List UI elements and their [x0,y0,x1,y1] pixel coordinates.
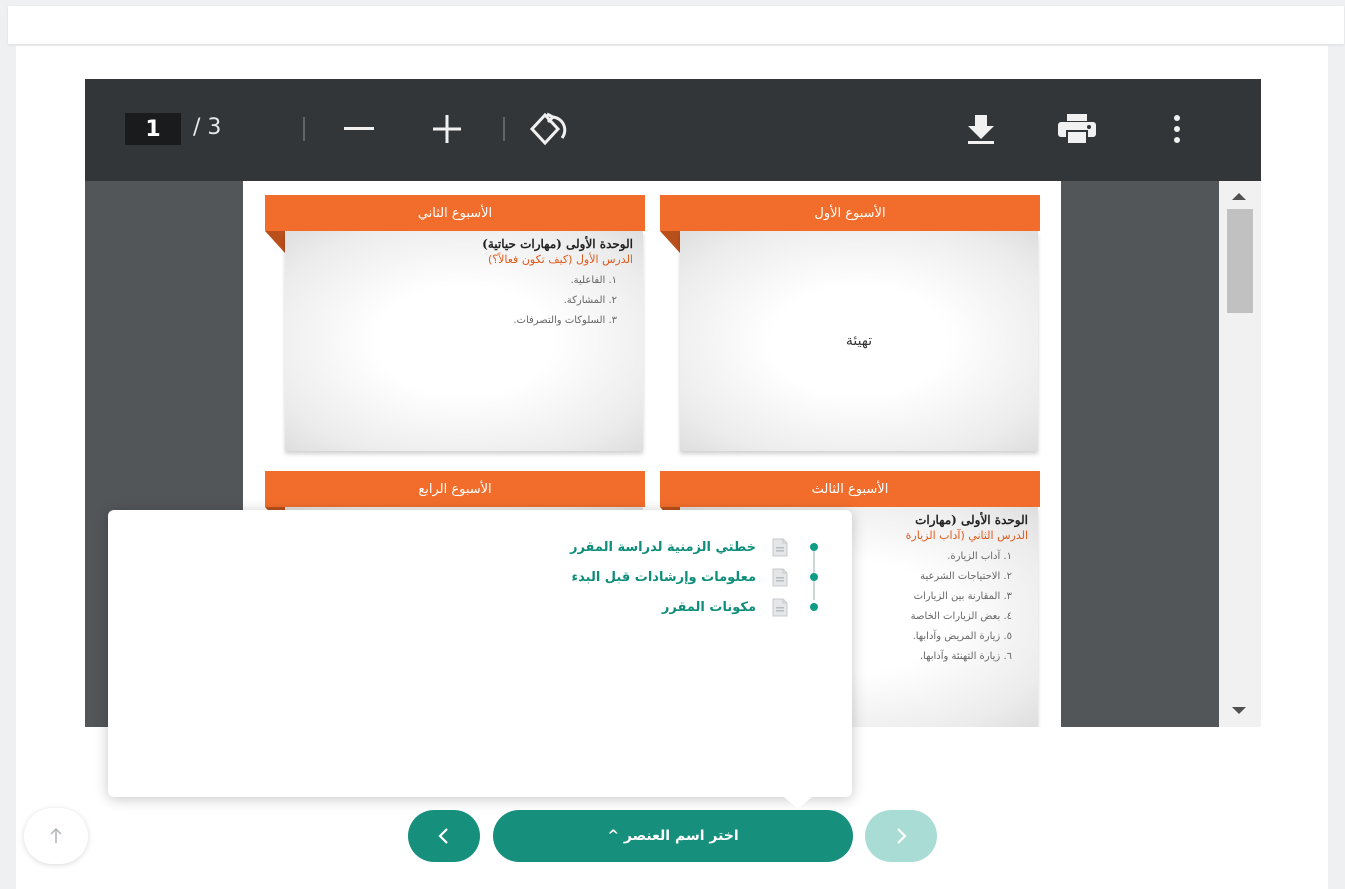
next-button[interactable] [865,810,937,862]
pdf-toolbar: 1 / 3 [85,79,1261,181]
slide-header: الأسبوع الثاني [265,195,645,231]
menu-item-label: معلومات وإرشادات قبل البدء [571,569,756,585]
print-icon[interactable] [1057,109,1097,149]
scroll-thumb[interactable] [1227,209,1253,313]
page-total: / 3 [193,115,222,140]
menu-item-label: مكونات المقرر [661,599,756,615]
document-icon [772,598,788,616]
element-menu-list: خطتي الزمنية لدراسة المقرر معلومات وإرشا… [400,532,820,622]
document-icon [772,568,788,586]
slide-week-2: الأسبوع الثاني الوحدة الأولى (مهارات حيا… [265,195,645,457]
menu-item-timeline-plan[interactable]: خطتي الزمنية لدراسة المقرر [400,532,820,562]
slide-body: الوحدة الأولى (مهارات حياتية) الدرس الأو… [285,231,643,451]
menu-item-course-components[interactable]: مكونات المقرر [400,592,820,622]
slide-fold [660,231,680,253]
element-menu-popup: خطتي الزمنية لدراسة المقرر معلومات وإرشا… [108,510,852,797]
select-element-button[interactable]: اختر اسم العنصر ^ [493,810,853,862]
zoom-out-icon[interactable] [339,109,379,149]
slide-line: ١. الفاعلية. [570,275,618,286]
slide-lesson: الدرس الأول (كيف تكون فعالاً؟) [488,253,633,266]
menu-item-label: خطتي الزمنية لدراسة المقرر [569,539,756,555]
popup-caret [784,797,812,809]
page-number-input[interactable]: 1 [125,113,181,145]
slide-header: الأسبوع الثالث [660,471,1040,507]
more-options-icon[interactable] [1157,109,1197,149]
slide-fold [265,231,285,253]
bullet-dot-icon [810,573,818,581]
previous-button[interactable] [408,810,480,862]
arrow-up-icon [50,827,62,843]
document-icon [772,538,788,556]
zoom-in-icon[interactable] [427,109,467,149]
slide-week-1: الأسبوع الأول تهيئة [660,195,1040,457]
chevron-right-icon [897,828,907,844]
slide-body: تهيئة [680,231,1038,451]
top-bar [8,6,1344,44]
chevron-left-icon [438,828,448,844]
scroll-up-arrow-icon[interactable] [1232,193,1246,200]
slide-line: ٣. السلوكات والتصرفات. [513,315,617,326]
menu-item-info-guidance[interactable]: معلومات وإرشادات قبل البدء [400,562,820,592]
slide-line: ٢. المشاركة. [563,295,617,306]
bullet-dot-icon [810,603,818,611]
scroll-down-arrow-icon[interactable] [1232,707,1246,714]
toolbar-divider [303,117,305,141]
pdf-scrollbar[interactable] [1219,181,1261,727]
download-icon[interactable] [961,109,1001,149]
slide-header: الأسبوع الأول [660,195,1040,231]
bullet-dot-icon [810,543,818,551]
slide-center-text: تهيئة [845,333,873,349]
toolbar-divider [503,117,505,141]
slide-title: الوحدة الأولى (مهارات حياتية) [482,237,633,251]
slide-header: الأسبوع الرابع [265,471,645,507]
scroll-to-top-button[interactable] [24,808,88,864]
rotate-icon[interactable] [529,109,569,149]
